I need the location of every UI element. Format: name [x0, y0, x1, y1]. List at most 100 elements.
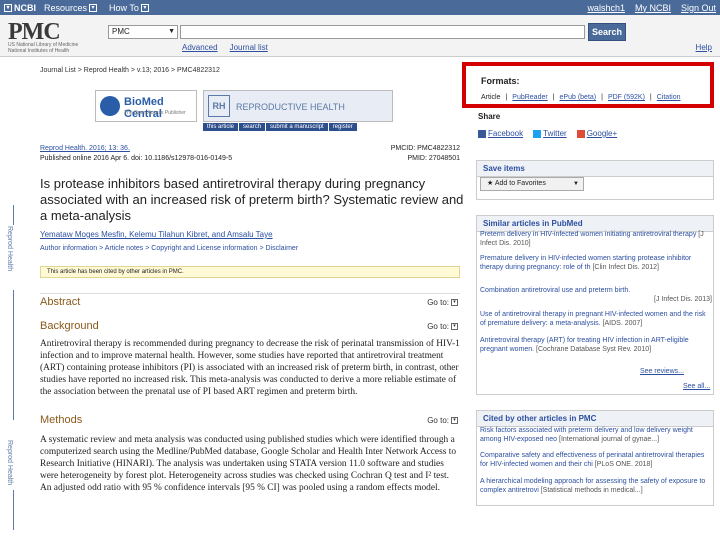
twitter-link[interactable]: Twitter	[533, 129, 567, 138]
see-all-link[interactable]: See all...	[683, 383, 710, 390]
format-pdf[interactable]: PDF (592K)	[608, 94, 645, 101]
my-ncbi-link[interactable]: My NCBI	[635, 3, 671, 13]
format-epub[interactable]: ePub (beta)	[560, 94, 597, 101]
reproductive-health-logo[interactable]: RH REPRODUCTIVE HEALTH	[203, 90, 393, 122]
twitter-label: Twitter	[543, 129, 567, 138]
goto-abstract[interactable]: Go to: ▾	[427, 298, 458, 307]
side-rule	[13, 290, 14, 420]
formats-box: Formats: Article | PubReader | ePub (beta)…	[462, 62, 714, 108]
facebook-link[interactable]: Facebook	[478, 129, 523, 138]
published-line: Published online 2016 Apr 6. doi: 10.118…	[40, 155, 460, 162]
google-plus-label: Google+	[586, 129, 618, 138]
ncbi-logo[interactable]: ▾ NCBI	[4, 3, 36, 13]
help-link[interactable]: Help	[696, 43, 712, 52]
formats-heading: Formats:	[481, 76, 520, 86]
facebook-icon	[478, 129, 486, 138]
database-select-value: PMC	[112, 27, 130, 36]
similar-article-item[interactable]: Antiretroviral therapy (ART) for treatin…	[480, 337, 712, 354]
goto-label: Go to:	[427, 298, 449, 307]
published-date: Published online 2016 Apr 6. doi: 10.118…	[40, 155, 233, 162]
breadcrumb[interactable]: Journal List > Reprod Health > v.13; 201…	[40, 67, 220, 74]
resources-menu[interactable]: Resources ▾	[44, 2, 98, 13]
chevron-down-icon: ▾	[451, 299, 458, 306]
bmc-title: BioMed Central	[124, 96, 164, 120]
search-input[interactable]	[180, 25, 585, 39]
article-title: Is protease inhibitors based antiretrovi…	[40, 176, 464, 223]
tab-register[interactable]: register	[328, 123, 358, 131]
similar-articles-heading: Similar articles in PubMed	[477, 216, 713, 232]
tab-search[interactable]: search	[239, 123, 267, 131]
howto-menu[interactable]: How To ▾	[109, 3, 149, 13]
cited-article-item[interactable]: A hierarchical modeling approach for ass…	[480, 478, 712, 495]
ncbi-logo-text: NCBI	[14, 2, 36, 13]
banner-tabs: this article search submit a manuscript …	[203, 123, 358, 131]
similar-article-source: [Cochrane Database Syst Rev. 2010]	[536, 345, 652, 353]
facebook-label: Facebook	[488, 129, 524, 138]
cited-article-item[interactable]: Comparative safety and effectiveness of …	[480, 452, 712, 469]
goto-label: Go to:	[427, 416, 449, 425]
google-plus-icon	[576, 129, 585, 138]
side-rule	[13, 490, 14, 530]
citation-line: Reprod Health. 2016; 13: 36. PMCID: PMC4…	[40, 145, 460, 152]
goto-methods[interactable]: Go to: ▾	[427, 416, 458, 425]
format-pubreader[interactable]: PubReader	[512, 94, 547, 101]
chevron-down-icon: ▼	[168, 28, 175, 35]
similar-article-item[interactable]: Premature delivery in HIV-infected women…	[480, 255, 712, 272]
nlm-subtitle: US National Library of Medicine National…	[8, 42, 79, 54]
format-article[interactable]: Article	[481, 94, 500, 101]
share-heading: Share	[478, 112, 501, 121]
bmc-subtitle: The Open Access Publisher	[124, 110, 186, 116]
journal-list-link[interactable]: Journal list	[230, 43, 268, 52]
formats-list: Article | PubReader | ePub (beta) | PDF (59…	[481, 94, 681, 101]
search-links: Advanced Journal list	[182, 43, 268, 52]
cited-article-source: [Statistical methods in medical...]	[540, 486, 643, 494]
cited-article-item[interactable]: Risk factors associated with preterm del…	[480, 427, 712, 444]
rh-logo-icon: RH	[208, 95, 230, 117]
google-plus-link[interactable]: Google+	[576, 129, 618, 138]
similar-article-title: Use of antiretroviral therapy in pregnan…	[480, 311, 706, 327]
tab-this-article[interactable]: this article	[203, 123, 240, 131]
pmc-header: PMC US National Library of Medicine Nati…	[0, 15, 720, 57]
see-reviews-link[interactable]: See reviews...	[640, 368, 684, 375]
rh-title: REPRODUCTIVE HEALTH	[236, 102, 345, 112]
chevron-down-icon: ▾	[140, 3, 149, 12]
twitter-icon	[533, 129, 542, 138]
similar-article-item[interactable]: Use of antiretroviral therapy in pregnan…	[480, 311, 712, 328]
similar-article-item[interactable]: Preterm delivery in HIV-infected women i…	[480, 231, 712, 248]
abstract-heading: Abstract	[40, 296, 81, 308]
bmc-circle-icon	[100, 96, 120, 116]
social-links: Facebook Twitter Google+	[478, 129, 617, 138]
similar-article-source: [J Infect Dis. 2013]	[654, 295, 712, 303]
advanced-link[interactable]: Advanced	[182, 43, 218, 52]
journal-citation[interactable]: Reprod Health. 2016; 13: 36.	[40, 145, 130, 152]
side-journal-label: Reprod Health	[6, 440, 13, 486]
goto-background[interactable]: Go to: ▾	[427, 322, 458, 331]
ncbi-top-bar: ▾ NCBI Resources ▾ How To ▾ walshch1 My NCB…	[0, 0, 720, 15]
authors-list[interactable]: Yemataw Moges Mesfin, Kelemu Tilahun Kib…	[40, 230, 273, 239]
cited-article-source: [PLoS ONE. 2018]	[594, 460, 653, 468]
cited-notice: This article has been cited by other art…	[40, 266, 460, 278]
resources-label: Resources	[44, 2, 88, 13]
cited-by-heading: Cited by other articles in PMC	[477, 411, 713, 427]
side-rule	[13, 205, 14, 225]
save-items-heading: Save items	[477, 161, 713, 177]
add-to-favorites-button[interactable]: ★ Add to Favorites ▼	[480, 177, 584, 191]
tab-submit-manuscript[interactable]: submit a manuscript	[266, 123, 329, 131]
database-select[interactable]: PMC ▼	[108, 25, 178, 39]
pmid: PMID: 27048501	[407, 155, 460, 162]
format-citation[interactable]: Citation	[657, 94, 681, 101]
chevron-down-icon: ▾	[451, 323, 458, 330]
star-icon: ★	[487, 180, 495, 187]
similar-article-title: Premature delivery in HIV-infected women…	[480, 255, 692, 271]
biomed-central-logo[interactable]: BioMed Central The Open Access Publisher	[95, 90, 197, 122]
methods-heading: Methods	[40, 414, 83, 426]
author-info-links[interactable]: Author information > Article notes > Cop…	[40, 245, 298, 252]
similar-article-title: Combination antiretroviral use and prete…	[480, 287, 631, 294]
cited-article-source: [International journal of gynae...]	[559, 435, 660, 443]
search-button[interactable]: Search	[588, 23, 626, 41]
user-link[interactable]: walshch1	[587, 3, 625, 13]
similar-article-item[interactable]: Combination antiretroviral use and prete…	[480, 287, 712, 304]
chevron-down-icon: ▾	[4, 3, 12, 12]
howto-label: How To	[109, 2, 139, 13]
sign-out-link[interactable]: Sign Out	[681, 3, 716, 13]
